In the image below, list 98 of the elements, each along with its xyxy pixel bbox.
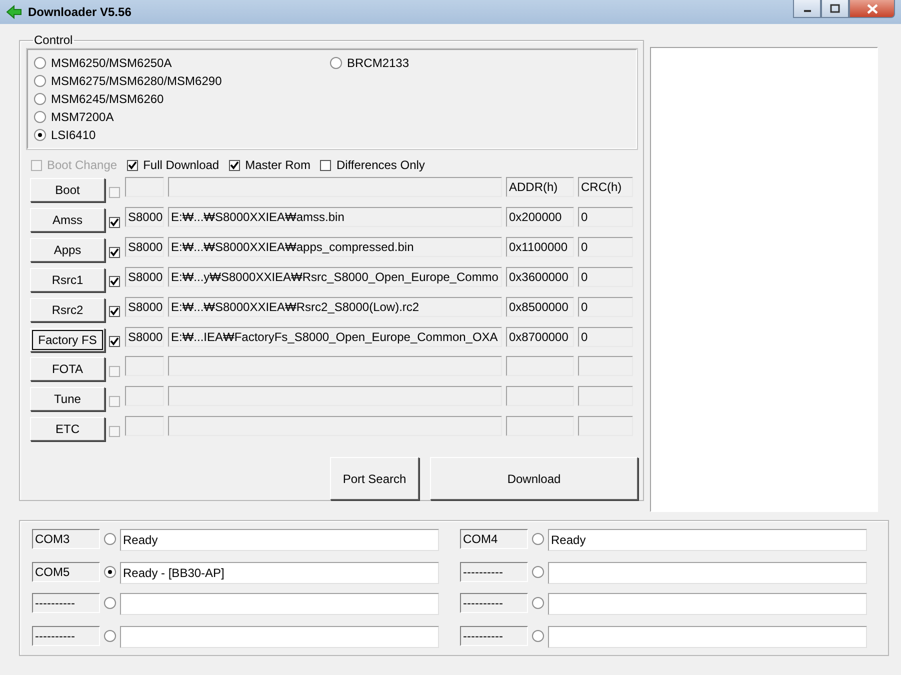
- close-button[interactable]: [849, 0, 895, 18]
- address-field: 0x200000: [506, 207, 574, 228]
- file-button[interactable]: Factory FS: [30, 328, 105, 352]
- port-field: COM5: [32, 562, 100, 582]
- file-path-field: E:₩...₩S8000XXIEA₩Rsrc2_S8000(Low).rc2: [168, 296, 502, 317]
- radio-button[interactable]: [104, 533, 116, 545]
- file-path-field: E:₩...y₩S8000XXIEA₩Rsrc_S8000_Open_Europe_Commo: [168, 266, 502, 287]
- window-title: Downloader V5.56: [28, 5, 132, 19]
- checkbox[interactable]: [109, 366, 120, 377]
- port-search-button[interactable]: Port Search: [330, 457, 419, 500]
- status-field: Ready: [548, 529, 867, 551]
- close-icon: [866, 4, 878, 14]
- checkbox-label: Differences Only: [336, 158, 425, 172]
- port-field: ----------: [460, 593, 528, 613]
- file-button[interactable]: Tune: [30, 387, 105, 412]
- model-field: S8000: [125, 296, 164, 317]
- radio-button[interactable]: [532, 533, 544, 545]
- radio-label: MSM6275/MSM6280/MSM6290: [51, 74, 222, 88]
- address-field: ADDR(h): [506, 177, 574, 198]
- radio-button[interactable]: [532, 630, 544, 642]
- file-button[interactable]: FOTA: [30, 357, 105, 382]
- maximize-icon: [830, 4, 840, 13]
- model-field: [125, 356, 164, 376]
- checkbox[interactable]: [109, 396, 120, 407]
- file-button[interactable]: ETC: [30, 417, 105, 442]
- download-button[interactable]: Download: [430, 457, 638, 500]
- crc-field: [578, 356, 633, 376]
- crc-field: 0: [578, 207, 633, 228]
- file-path-field: E:₩...₩S8000XXIEA₩apps_compressed.bin: [168, 237, 502, 258]
- radio-button[interactable]: [104, 566, 116, 578]
- model-field: S8000: [125, 266, 164, 287]
- checkbox[interactable]: [109, 426, 120, 437]
- crc-field: CRC(h): [578, 177, 633, 198]
- crc-field: 0: [578, 237, 633, 258]
- status-field: Ready: [120, 529, 439, 551]
- checkbox[interactable]: [109, 246, 120, 258]
- checkbox[interactable]: [320, 160, 332, 171]
- checkbox[interactable]: [109, 336, 120, 348]
- radio-button[interactable]: [34, 129, 46, 141]
- radio-button[interactable]: [104, 597, 116, 609]
- address-field: 0x8700000: [506, 326, 574, 347]
- checkbox[interactable]: [109, 306, 120, 318]
- radio-button[interactable]: [532, 597, 544, 609]
- file-button[interactable]: Rsrc1: [30, 268, 105, 292]
- port-field: ----------: [32, 593, 100, 613]
- radio-button[interactable]: [330, 57, 342, 69]
- arrow-icon: [6, 5, 22, 19]
- address-field: [506, 356, 574, 376]
- model-field: S8000: [125, 207, 164, 228]
- port-field: COM3: [32, 529, 100, 549]
- radio-label: MSM6245/MSM6260: [51, 92, 164, 106]
- maximize-button[interactable]: [821, 0, 849, 18]
- radio-label: BRCM2133: [347, 56, 410, 70]
- port-field: ----------: [460, 562, 528, 582]
- crc-field: [578, 386, 633, 406]
- status-field: Ready - [BB30-AP]: [120, 562, 439, 584]
- checkbox[interactable]: [109, 186, 120, 198]
- address-field: [506, 416, 574, 436]
- file-path-field: E:₩...₩S8000XXIEA₩amss.bin: [168, 207, 502, 228]
- port-field: COM4: [460, 529, 528, 549]
- address-field: [506, 386, 574, 406]
- checkbox-label: Master Rom: [245, 158, 310, 172]
- checkbox-label: Full Download: [143, 158, 220, 172]
- file-path-field: E:₩...IEA₩FactoryFs_S8000_Open_Europe_Common_OXA: [168, 326, 502, 347]
- radio-button[interactable]: [34, 93, 46, 105]
- model-field: [125, 386, 164, 406]
- crc-field: 0: [578, 326, 633, 347]
- address-field: 0x8500000: [506, 296, 574, 317]
- radio-button[interactable]: [532, 566, 544, 578]
- radio-button[interactable]: [34, 57, 46, 69]
- crc-field: 0: [578, 266, 633, 287]
- checkbox[interactable]: [109, 216, 120, 228]
- address-field: 0x1100000: [506, 237, 574, 258]
- file-button[interactable]: Apps: [30, 238, 105, 262]
- model-field: S8000: [125, 326, 164, 347]
- radio-label: MSM7200A: [51, 110, 114, 124]
- radio-label: MSM6250/MSM6250A: [51, 56, 172, 70]
- file-button[interactable]: Rsrc2: [30, 298, 105, 322]
- minimize-button[interactable]: [793, 0, 821, 18]
- file-button[interactable]: Amss: [30, 208, 105, 232]
- checkbox[interactable]: [109, 276, 120, 288]
- port-field: ----------: [460, 626, 528, 646]
- checkbox-label: Boot Change: [47, 158, 118, 172]
- crc-field: [578, 416, 633, 436]
- checkbox[interactable]: [127, 160, 138, 171]
- checkbox[interactable]: [229, 160, 240, 171]
- file-button[interactable]: Boot: [30, 178, 105, 202]
- model-field: [125, 177, 164, 198]
- port-field: ----------: [32, 626, 100, 646]
- address-field: 0x3600000: [506, 266, 574, 287]
- radio-label: LSI6410: [51, 128, 96, 142]
- group-label: Control: [33, 33, 74, 47]
- radio-button[interactable]: [104, 630, 116, 642]
- radio-button[interactable]: [34, 111, 46, 123]
- crc-field: 0: [578, 296, 633, 317]
- model-field: [125, 416, 164, 436]
- radio-button[interactable]: [34, 75, 46, 87]
- model-field: S8000: [125, 237, 164, 258]
